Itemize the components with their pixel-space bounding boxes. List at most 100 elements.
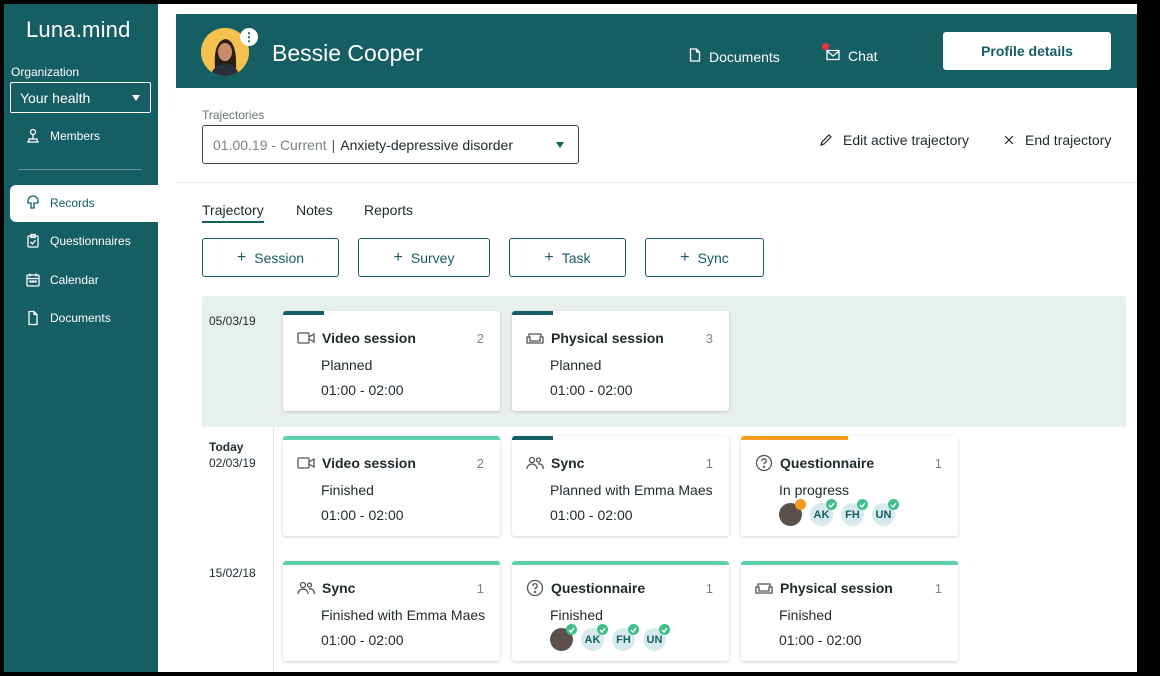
patient-name: Bessie Cooper [272,40,423,66]
end-trajectory-button[interactable]: End trajectory [1003,132,1111,148]
documents-label: Documents [709,48,780,65]
question-icon [526,579,544,597]
chat-link[interactable]: Chat [822,43,878,64]
app-logo: Luna.mind [26,17,131,42]
event-card-questionnaire[interactable]: Questionnaire 1 In progress AK FH UN [741,436,958,536]
trajectory-name: Anxiety-depressive disorder [340,136,514,153]
card-count: 1 [705,581,713,596]
card-status-bar [283,436,500,440]
tab-trajectory[interactable]: Trajectory [202,202,264,223]
event-card-video-session[interactable]: Video session 2 Finished 01:00 - 02:00 [283,436,500,536]
sidebar-item-label: Members [50,129,101,143]
tab-notes[interactable]: Notes [296,202,333,218]
event-card-sync[interactable]: Sync 1 Finished with Emma Maes 01:00 - 0… [283,561,500,661]
organization-label: Organization [11,65,80,79]
participants: AK FH UN [550,624,674,651]
event-card-questionnaire[interactable]: Questionnaire 1 Finished AK FH UN [512,561,729,661]
card-count: 1 [476,581,484,596]
pencil-icon [819,133,833,147]
add-survey-button[interactable]: + Survey [358,238,490,277]
check-icon [566,624,577,635]
add-task-label: Task [561,249,591,266]
add-session-label: Session [254,249,305,266]
sidebar-item-label: Records [50,196,95,210]
participants: AK FH UN [779,499,903,526]
card-time: 01:00 - 02:00 [321,507,404,523]
add-sync-button[interactable]: + Sync [645,238,764,277]
card-title-row: Physical session [526,329,713,347]
card-title: Sync [322,580,356,596]
organization-value: Your health [20,90,91,106]
date-value: 15/02/18 [209,566,256,580]
event-card-physical-session[interactable]: Physical session 1 Finished 01:00 - 02:0… [741,561,958,661]
sofa-icon [526,329,544,347]
participant-badge: UN [643,624,670,651]
trajectory-period: 01.00.19 - Current [213,136,327,153]
edit-trajectory-button[interactable]: Edit active trajectory [819,132,969,148]
event-card-sync[interactable]: Sync 1 Planned with Emma Maes 01:00 - 02… [512,436,729,536]
video-icon [297,329,315,347]
card-title: Physical session [551,330,664,346]
today-label: Today [209,440,244,454]
participant-initials: FH [616,633,631,646]
card-count: 3 [705,331,713,346]
card-count: 1 [705,456,713,471]
plus-icon: + [236,248,247,266]
sidebar-item-members[interactable]: Members [4,118,158,154]
card-title-row: Questionnaire [526,579,713,597]
timeline-date: 05/03/19 [209,313,256,329]
sidebar-item-records[interactable]: Records [4,185,158,221]
card-status: Planned [321,357,373,373]
card-status: Finished with Emma Maes [321,607,486,623]
card-status-bar [512,436,553,440]
edit-trajectory-label: Edit active trajectory [843,132,970,148]
trajectory-label: Trajectories [202,108,265,122]
add-survey-label: Survey [410,249,455,266]
card-status-bar [512,311,553,315]
card-title: Questionnaire [780,455,875,471]
video-icon [297,454,315,472]
organization-select[interactable]: Your health [10,82,151,113]
card-status: Finished [550,607,603,623]
sidebar-item-documents[interactable]: Documents [4,300,158,336]
profile-details-button[interactable]: Profile details [943,32,1111,70]
card-title-row: Video session [297,454,484,472]
end-trajectory-label: End trajectory [1025,132,1112,148]
card-status: Planned with Emma Maes [550,482,713,498]
card-progress-bar [741,436,848,440]
more-options-icon[interactable]: ⋮ [240,28,258,46]
sidebar-item-questionnaires[interactable]: Questionnaires [4,223,158,259]
card-title: Video session [322,330,416,346]
add-session-button[interactable]: + Session [202,238,339,277]
document-icon [25,310,41,326]
card-time: 01:00 - 02:00 [779,632,862,648]
trajectory-select[interactable]: 01.00.19 - Current | Anxiety-depressive … [202,125,579,164]
check-icon [659,624,670,635]
plus-icon: + [393,248,403,266]
add-sync-label: Sync [697,249,729,266]
tab-reports[interactable]: Reports [364,202,413,218]
check-icon [857,499,868,510]
sidebar-item-calendar[interactable]: Calendar [4,262,158,298]
card-time: 01:00 - 02:00 [321,382,404,398]
card-status-bar [283,561,500,565]
participant-badge: AK [810,499,837,526]
check-icon [888,499,899,510]
plus-icon: + [544,248,554,266]
timeline-line [273,427,274,672]
event-card-physical-session[interactable]: Physical session 3 Planned 01:00 - 02:00 [512,311,729,411]
card-count: 2 [476,331,484,346]
mail-icon [822,43,840,64]
add-task-button[interactable]: + Task [509,238,626,277]
timeline-date: Today 02/03/19 [209,439,256,471]
documents-link[interactable]: Documents [689,48,780,65]
participant-initials: FH [845,508,860,521]
records-icon [25,195,41,211]
card-title: Physical session [780,580,893,596]
chat-label: Chat [848,48,878,64]
event-card-video-session[interactable]: Video session 2 Planned 01:00 - 02:00 [283,311,500,411]
card-count: 1 [934,581,942,596]
participant-initials: UN [875,508,892,521]
sidebar-divider [18,169,142,170]
people-icon [297,579,315,597]
